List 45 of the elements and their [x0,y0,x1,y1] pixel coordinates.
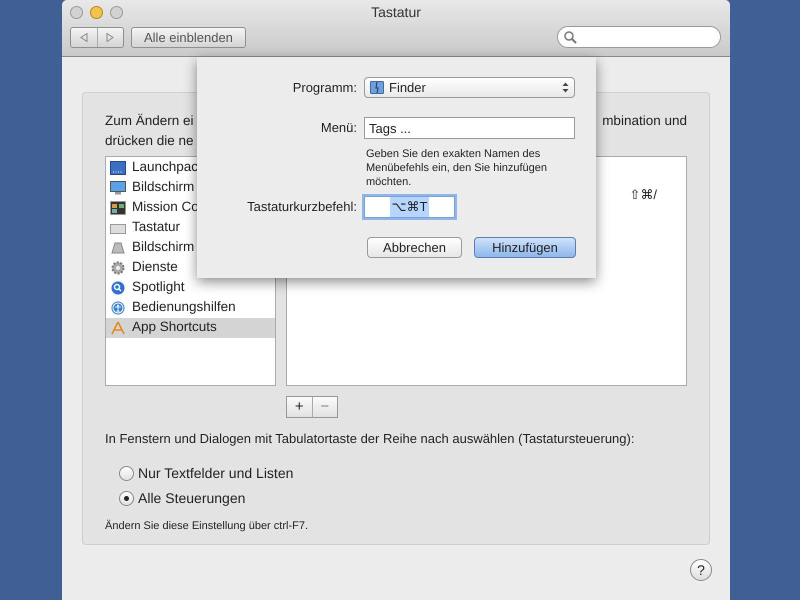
right-triangle-icon [106,32,114,42]
dock-icon [110,160,126,174]
add-button[interactable]: + [287,396,312,416]
radio-label[interactable]: Nur Textfelder und Listen [138,463,294,484]
shortcut-keys: ⇧⌘/ [629,184,657,204]
search-icon [564,30,577,44]
window-title: Tastatur [370,2,422,22]
left-triangle-icon [80,32,88,42]
updown-arrows-icon [562,82,569,93]
category-item[interactable]: Bildschirm [106,178,275,198]
program-label: Programm: [292,78,357,97]
radio-button[interactable] [119,491,134,506]
search-field[interactable] [557,26,721,48]
category-item[interactable]: Bedienungshilfen [106,298,275,318]
hint-text: Ändern Sie diese Einstellung über ctrl-F7. [105,518,309,534]
cancel-button[interactable]: Abbrechen [367,237,462,258]
intro-text: drücken die ne [105,133,194,148]
shortcut-input-field[interactable]: ⌥⌘T [364,196,455,218]
intro-text: mbination und [602,112,687,130]
category-item[interactable]: Bildschirm [106,238,275,258]
intro-text: Zum Ändern ei [105,112,194,130]
zoom-icon[interactable] [110,6,123,18]
show-all-button[interactable]: Alle einblenden [131,26,246,48]
radio-button[interactable] [119,466,134,481]
close-icon[interactable] [70,6,83,18]
hint-text: Geben Sie den exakten Namen des Menübefehls ein, den Sie hinzufügen möchten. [366,147,548,189]
minimize-icon[interactable] [90,6,103,18]
program-popup[interactable]: Finder [364,77,575,98]
category-item[interactable]: Tastatur [106,218,275,238]
help-button[interactable]: ? [690,559,712,581]
windows-icon [110,200,126,214]
person-icon [110,300,126,314]
category-item[interactable]: Launchpac [106,158,275,178]
search-icon [110,280,126,294]
category-item[interactable]: Spotlight [106,278,275,298]
menu-input-field[interactable]: Tags ... [364,117,575,139]
monitor-icon [110,180,126,194]
menu-label: Menü: [320,119,357,138]
radio-label[interactable]: Alle Steuerungen [138,488,246,509]
category-item[interactable]: Dienste [106,258,275,278]
category-item[interactable]: App Shortcuts [106,318,275,338]
shortcut-label: Tastaturkurzbefehl: [246,198,357,216]
keyboard-access-label: In Fenstern und Dialogen mit Tabulatortaste der Reihe nach auswählen (Tastatursteuerung): [105,430,636,448]
add-button[interactable]: Hinzufügen [474,237,576,258]
gear-icon [110,260,126,274]
